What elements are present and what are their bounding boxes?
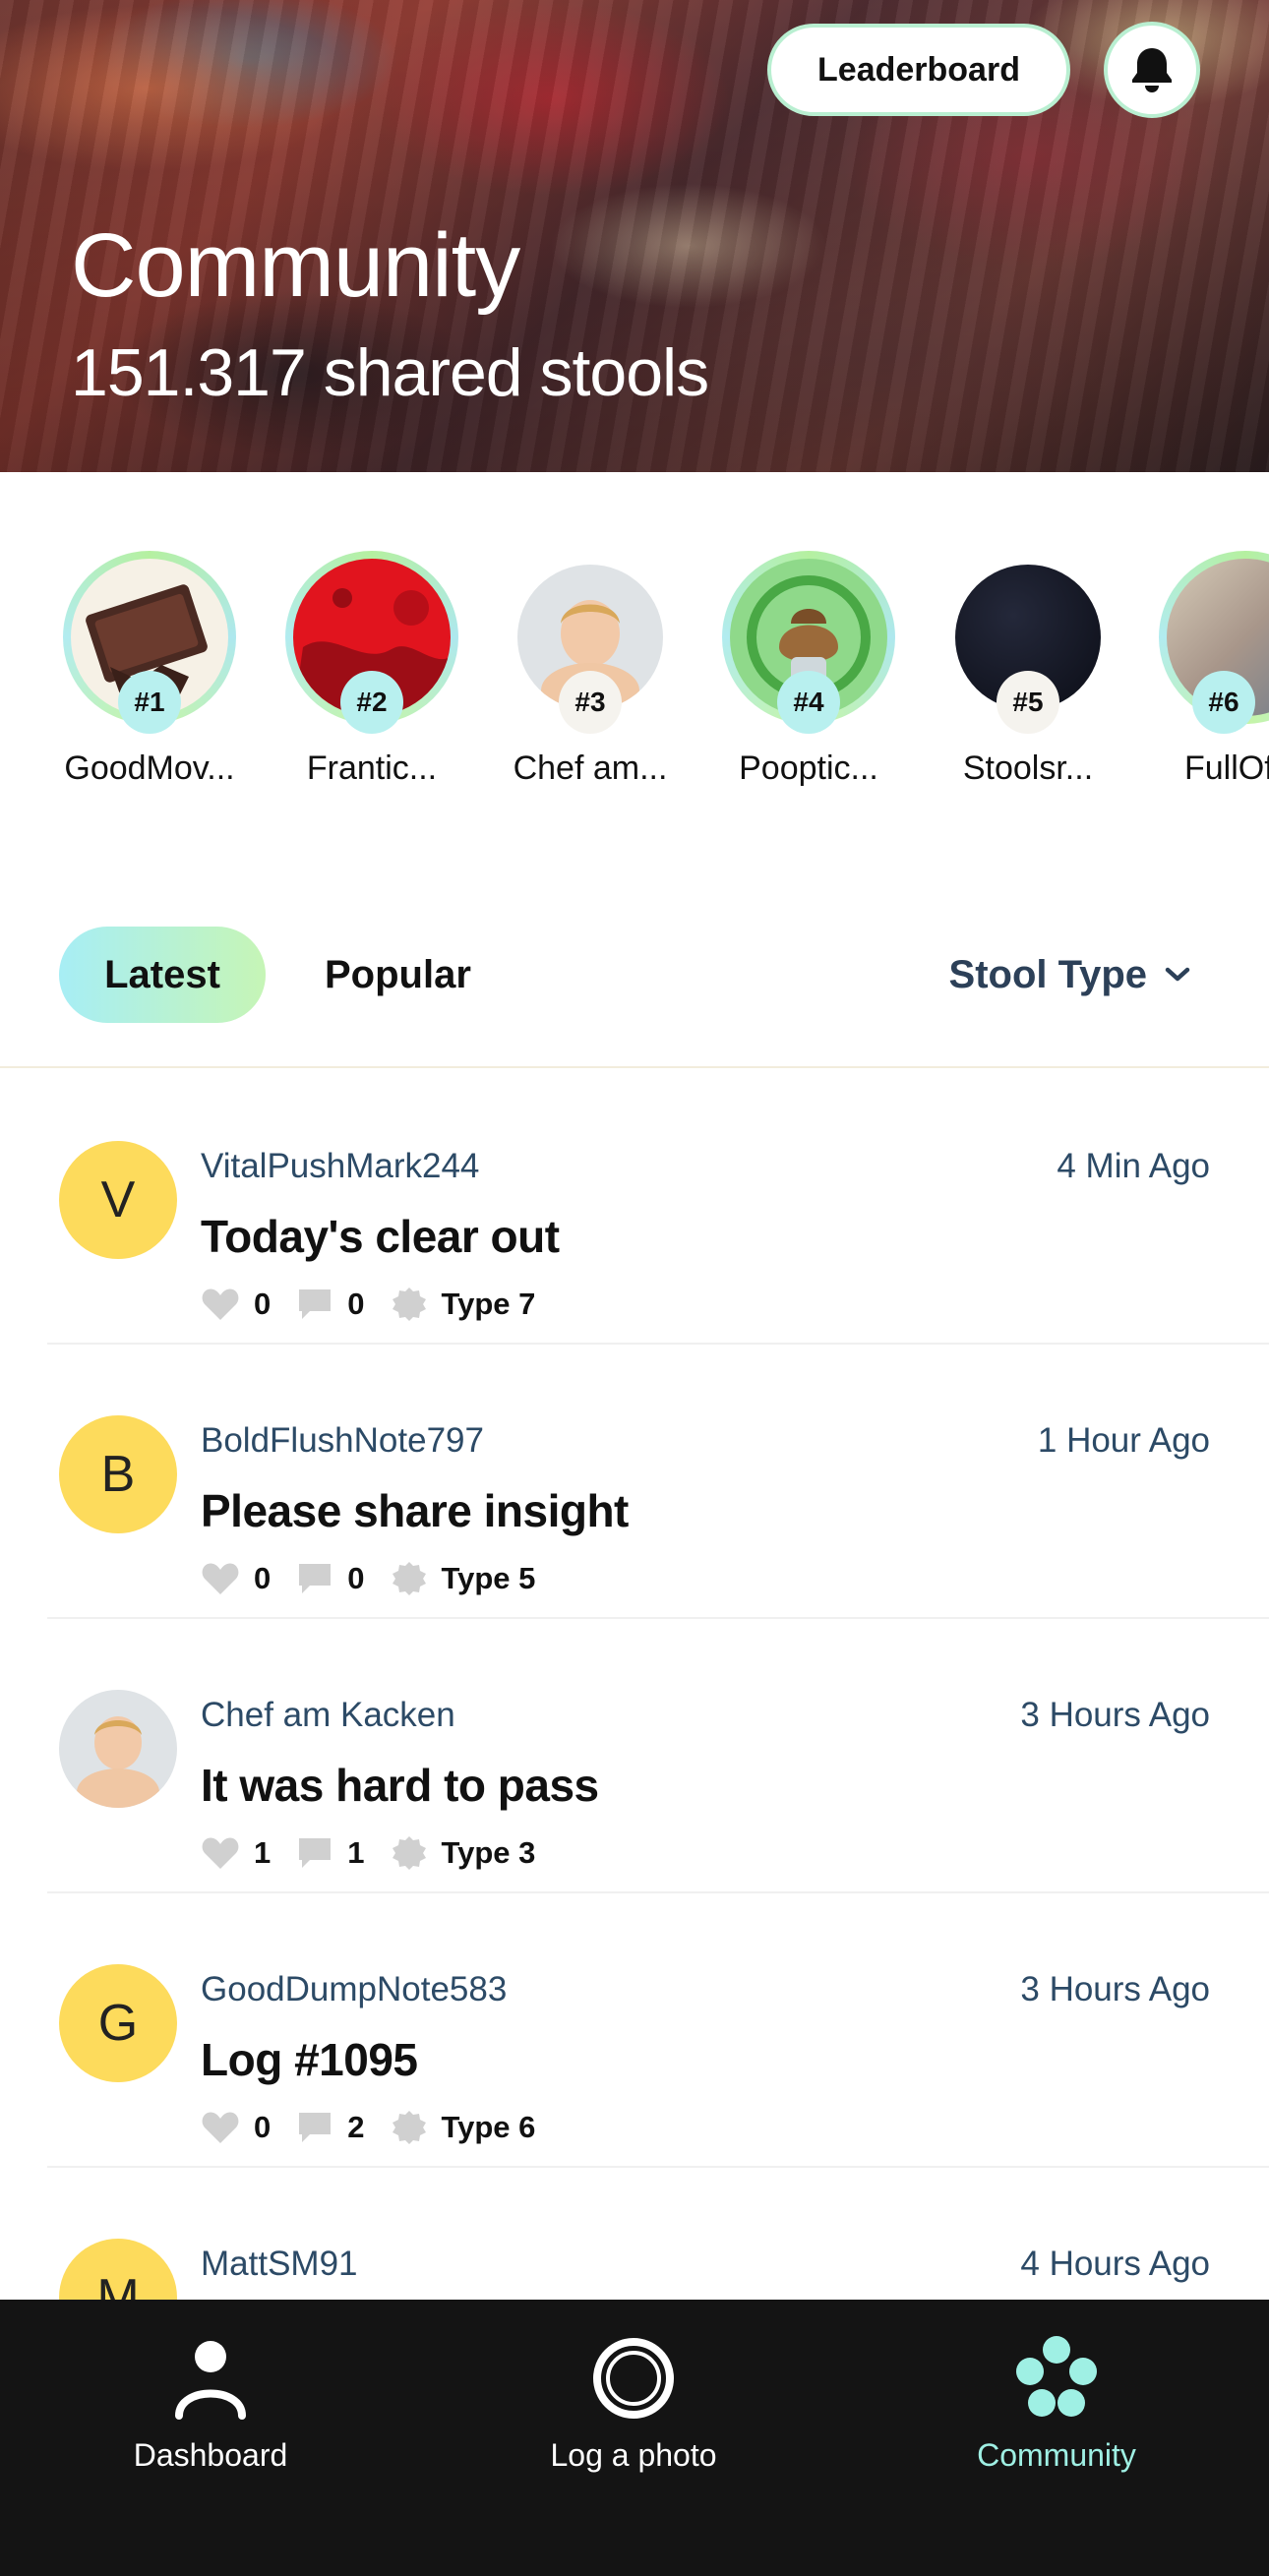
avatar: #2 [285,551,458,734]
stool-type-dropdown[interactable]: Stool Type [949,927,1190,1023]
stool-type-icon [392,2111,426,2144]
rank-badge: #3 [559,671,622,734]
post-time: 1 Hour Ago [1037,1421,1210,1460]
post-item[interactable]: G GoodDumpNote583 3 Hours Ago Log #1095 … [47,1893,1269,2168]
bell-icon [1132,48,1172,92]
top-user-name: GoodMov... [64,749,235,787]
likes-count: 0 [254,2110,272,2144]
nav-community[interactable]: Community [909,2329,1204,2474]
post-username[interactable]: GoodDumpNote583 [201,1970,507,2009]
page-title: Community [71,215,520,316]
comment-icon[interactable] [296,2111,333,2144]
rank-badge: #5 [997,671,1059,734]
comments-count: 1 [347,1835,365,1870]
avatar: #4 [722,551,895,734]
avatar: #5 [941,551,1115,734]
post-time: 3 Hours Ago [1020,1970,1210,2008]
stool-type: Type 6 [441,2110,536,2144]
post-item[interactable]: Chef am Kacken 3 Hours Ago It was hard t… [47,1619,1269,1893]
stool-type-icon [392,1288,426,1321]
feed-filter-bar: Latest Popular Stool Type [0,925,1269,1068]
comment-icon[interactable] [296,1288,333,1321]
top-users-carousel[interactable]: #1 GoodMov... #2 Frantic... #3 Chef am..… [0,551,1269,816]
stool-type-icon [392,1562,426,1595]
comments-count: 0 [347,1561,365,1595]
notifications-button[interactable] [1104,22,1200,118]
heart-icon[interactable] [201,1835,240,1871]
leaderboard-button[interactable]: Leaderboard [767,24,1070,116]
chevron-down-icon [1165,967,1190,982]
hero-banner: Community 151.317 shared stools Leaderbo… [0,0,1269,472]
avatar: G [59,1964,177,2082]
post-username[interactable]: BoldFlushNote797 [201,1421,484,1461]
stool-type: Type 5 [441,1561,536,1595]
post-stats: 0 0 Type 5 [201,1557,561,1600]
post-time: 4 Min Ago [1057,1147,1210,1185]
likes-count: 1 [254,1835,272,1870]
camera-shutter-icon [593,2338,674,2419]
comment-icon[interactable] [296,1836,333,1870]
nav-log-photo-label: Log a photo [550,2437,717,2473]
stool-type-label: Stool Type [948,953,1147,996]
comments-count: 0 [347,1287,365,1321]
bottom-nav: Dashboard Log a photo Community [0,2300,1269,2576]
top-user-name: Pooptic... [739,749,878,787]
post-title: Please share insight [201,1485,629,1536]
top-user-6[interactable]: #6 FullOf [1141,551,1269,788]
rank-badge: #1 [118,671,181,734]
tab-latest[interactable]: Latest [59,927,266,1023]
heart-icon[interactable] [201,2110,240,2145]
community-icon [1016,2336,1097,2417]
nav-dashboard-label: Dashboard [133,2437,288,2473]
top-user-name: FullOf [1184,749,1269,787]
comments-count: 2 [347,2110,365,2144]
top-user-name: Stoolsr... [962,749,1094,787]
nav-log-photo[interactable]: Log a photo [486,2329,781,2474]
post-stats: 0 0 Type 7 [201,1283,561,1326]
stool-type: Type 3 [441,1835,536,1870]
post-time: 4 Hours Ago [1020,2245,1210,2283]
avatar: V [59,1141,177,1259]
likes-count: 0 [254,1561,272,1595]
top-user-1[interactable]: #1 GoodMov... [41,551,258,788]
stool-type: Type 7 [441,1287,536,1321]
post-time: 3 Hours Ago [1020,1696,1210,1734]
post-item[interactable]: B BoldFlushNote797 1 Hour Ago Please sha… [47,1345,1269,1619]
post-feed: V VitalPushMark244 4 Min Ago Today's cle… [0,1070,1269,2442]
nav-dashboard[interactable]: Dashboard [63,2329,358,2474]
avatar: B [59,1415,177,1533]
heart-icon[interactable] [201,1561,240,1596]
shared-count: 151.317 shared stools [71,335,709,410]
likes-count: 0 [254,1287,272,1321]
post-title: It was hard to pass [201,1760,599,1811]
post-item[interactable]: V VitalPushMark244 4 Min Ago Today's cle… [47,1070,1269,1345]
post-title: Log #1095 [201,2034,418,2085]
post-username[interactable]: MattSM91 [201,2245,358,2284]
avatar [59,1690,177,1808]
comment-icon[interactable] [296,1562,333,1595]
avatar: #1 [63,551,236,734]
post-title: Today's clear out [201,1211,560,1262]
heart-icon[interactable] [201,1287,240,1322]
rank-badge: #6 [1192,671,1255,734]
top-user-name: Frantic... [306,749,438,787]
tab-popular[interactable]: Popular [325,927,471,1023]
rank-badge: #4 [777,671,840,734]
post-username[interactable]: Chef am Kacken [201,1696,455,1735]
top-user-2[interactable]: #2 Frantic... [264,551,480,788]
post-stats: 1 1 Type 3 [201,1831,561,1875]
rank-badge: #2 [340,671,403,734]
stool-type-icon [392,1836,426,1870]
nav-community-label: Community [977,2437,1136,2473]
avatar: #6 [1159,551,1269,734]
person-icon [175,2341,246,2420]
post-stats: 0 2 Type 6 [201,2106,561,2149]
top-user-3[interactable]: #3 Chef am... [482,551,698,788]
top-user-name: Chef am... [513,749,668,787]
avatar: #3 [504,551,677,734]
post-username[interactable]: VitalPushMark244 [201,1147,479,1186]
top-user-4[interactable]: #4 Pooptic... [700,551,917,788]
top-user-5[interactable]: #5 Stoolsr... [920,551,1136,788]
